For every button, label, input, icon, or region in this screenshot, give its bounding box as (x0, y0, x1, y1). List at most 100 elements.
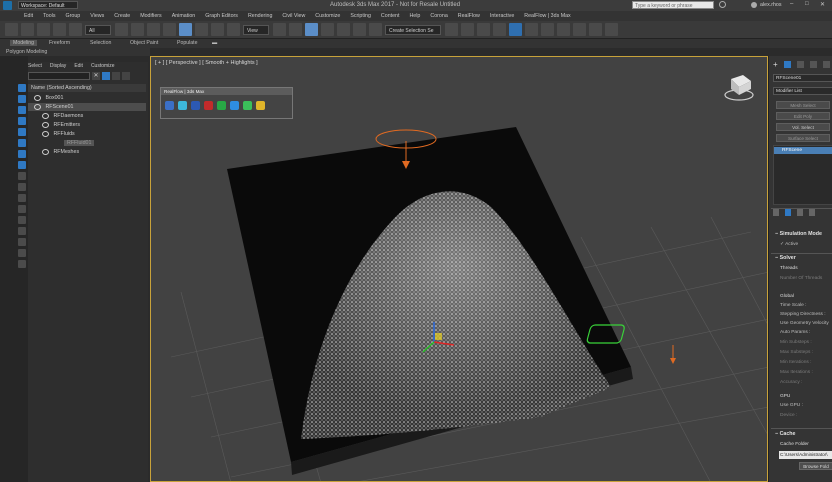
tree-row-rfscene01[interactable]: RFScene01 (28, 103, 146, 111)
remove-modifier-icon[interactable] (809, 209, 815, 216)
curve-editor-icon[interactable] (509, 23, 522, 36)
menu-animation[interactable]: Animation (172, 13, 196, 19)
select-manipulate-icon[interactable] (289, 23, 302, 36)
explorer-tab-display[interactable]: Display (50, 63, 66, 69)
ribbon-tab-object-paint[interactable]: Object Paint (130, 40, 158, 46)
stack-item-rfscene[interactable]: RFScene (774, 147, 832, 154)
ribbon-tab-populate[interactable]: Populate (177, 40, 197, 46)
move-icon[interactable] (179, 23, 192, 36)
explorer-tab-edit[interactable]: Edit (74, 63, 83, 69)
display-all-icon[interactable] (18, 95, 26, 103)
menu-realflow-3dsmax[interactable]: RealFlow | 3ds Max (524, 13, 570, 19)
rf-cache-icon[interactable] (243, 101, 252, 110)
menu-graph-editors[interactable]: Graph Editors (205, 13, 238, 19)
display-frozen-icon[interactable] (18, 216, 26, 224)
surface-select-button[interactable]: Surface Select (776, 134, 830, 142)
display-containers-icon[interactable] (18, 205, 26, 213)
explorer-tab-customize[interactable]: Customize (91, 63, 115, 69)
rf-settings-icon[interactable] (256, 101, 265, 110)
menu-create[interactable]: Create (114, 13, 130, 19)
menu-customize[interactable]: Customize (315, 13, 340, 19)
modifier-list-dropdown[interactable]: Modifier List (773, 87, 832, 95)
tree-row-rfmeshes[interactable]: RFMeshes (28, 148, 146, 156)
snaps-toggle-icon[interactable] (305, 23, 318, 36)
display-xrefs-icon[interactable] (18, 183, 26, 191)
render-setup-icon[interactable] (557, 23, 570, 36)
ribbon-toggle-icon[interactable]: ▬ (212, 40, 217, 46)
clear-filter-icon[interactable]: ✕ (92, 72, 100, 80)
bind-space-warp-icon[interactable] (69, 23, 82, 36)
tree-row-box001[interactable]: Box001 (28, 94, 146, 102)
align-icon[interactable] (461, 23, 474, 36)
explorer-tab-select[interactable]: Select (28, 63, 42, 69)
options-icon[interactable] (122, 72, 130, 80)
selection-filter-dropdown[interactable]: All (85, 24, 111, 35)
explorer-filter-input[interactable] (28, 72, 90, 80)
maximize-button[interactable]: □ (805, 1, 809, 7)
angle-snap-icon[interactable] (321, 23, 334, 36)
user-icon[interactable] (751, 2, 757, 8)
rectangular-selection-icon[interactable] (147, 23, 160, 36)
named-selection-dropdown[interactable]: Create Selection Se (385, 24, 441, 35)
menu-realflow[interactable]: RealFlow (458, 13, 480, 19)
search-input[interactable]: Type a keyword or phrase (632, 1, 714, 9)
realflow-floating-toolbar[interactable]: RealFlow | 3ds Max (160, 87, 293, 119)
toggle-layer-explorer-icon[interactable] (477, 23, 490, 36)
cache-path-field[interactable]: C:\Users\Administrator\ (779, 451, 832, 459)
display-geometry-icon[interactable] (18, 106, 26, 114)
redo-icon[interactable] (21, 23, 34, 36)
close-button[interactable]: ✕ (820, 1, 825, 8)
display-lights-icon[interactable] (18, 128, 26, 136)
link-icon[interactable] (37, 23, 50, 36)
active-checkbox[interactable]: ✓ Active (780, 242, 798, 247)
make-unique-icon[interactable] (797, 209, 803, 216)
menu-corona[interactable]: Corona (430, 13, 447, 19)
menu-scripting[interactable]: Scripting (350, 13, 371, 19)
rf-play-icon[interactable] (230, 101, 239, 110)
floating-toolbar-title[interactable]: RealFlow | 3ds Max (161, 88, 292, 95)
sort-icon[interactable] (18, 249, 26, 257)
auto-params-label[interactable]: Auto Params : (780, 330, 810, 335)
hierarchy-tab-icon[interactable] (796, 61, 804, 68)
display-none-icon[interactable] (18, 84, 26, 92)
perspective-viewport[interactable]: [ + ] [ Perspective ] [ Smooth + Highlig… (150, 56, 768, 482)
user-name[interactable]: alex.rhos (760, 2, 782, 8)
schematic-view-icon[interactable] (525, 23, 538, 36)
pin-stack-icon[interactable] (773, 209, 779, 216)
menu-content[interactable]: Content (381, 13, 400, 19)
window-crossing-icon[interactable] (163, 23, 176, 36)
tree-row-rffluids[interactable]: RFFluids (28, 130, 146, 138)
funnel-filter-icon[interactable] (102, 72, 110, 80)
rf-mesh-icon[interactable] (217, 101, 226, 110)
rendered-frame-window-icon[interactable] (573, 23, 586, 36)
menu-rendering[interactable]: Rendering (248, 13, 272, 19)
rf-scene-icon[interactable] (165, 101, 174, 110)
use-gpu-label[interactable]: Use GPU : (780, 403, 803, 408)
unlink-icon[interactable] (53, 23, 66, 36)
rf-fluid-icon[interactable] (204, 101, 213, 110)
workspace-dropdown[interactable]: Workspace: Default (18, 1, 78, 9)
visibility-eye-icon[interactable] (42, 148, 49, 155)
menu-modifiers[interactable]: Modifiers (140, 13, 162, 19)
display-tab-icon[interactable] (822, 61, 830, 68)
menu-help[interactable]: Help (409, 13, 420, 19)
undo-icon[interactable] (5, 23, 18, 36)
browse-folder-button[interactable]: Browse Fold (799, 462, 832, 470)
pivot-center-icon[interactable] (273, 23, 286, 36)
modify-tab-icon[interactable] (783, 61, 791, 68)
scale-icon[interactable] (211, 23, 224, 36)
visibility-eye-icon[interactable] (34, 103, 41, 110)
tree-row-rfemitters[interactable]: RFEmitters (28, 121, 146, 129)
filter-icon[interactable] (18, 238, 26, 246)
display-groups-icon[interactable] (18, 172, 26, 180)
percent-snap-icon[interactable] (337, 23, 350, 36)
place-icon[interactable] (227, 23, 240, 36)
edit-poly-button[interactable]: Edit Poly (776, 112, 830, 120)
display-helpers-icon[interactable] (18, 150, 26, 158)
mesh-select-button[interactable]: Mesh Select (776, 101, 830, 109)
ribbon-tab-modeling[interactable]: Modeling (10, 40, 38, 46)
use-geometry-velocity-label[interactable]: Use Geometry Velocity (780, 321, 829, 326)
material-editor-icon[interactable] (541, 23, 554, 36)
section-simulation-mode[interactable]: − Simulation Mode (775, 231, 822, 237)
tree-row-rfdaemons[interactable]: RFDaemons (28, 112, 146, 120)
